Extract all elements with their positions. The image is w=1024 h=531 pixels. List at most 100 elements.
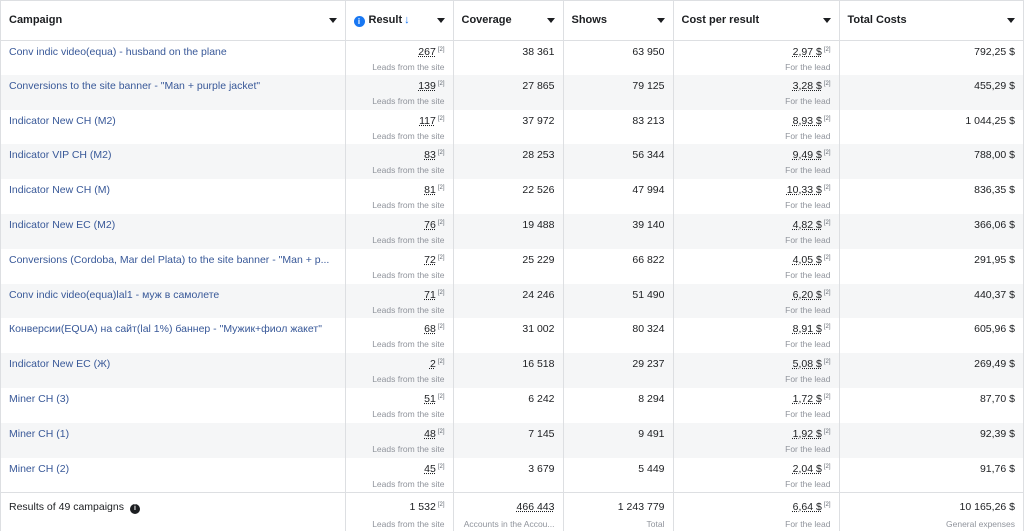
campaign-cell: Conv indic video(equa)lal1 - муж в самол…: [1, 284, 345, 319]
campaign-cell: Indicator New EC (M2): [1, 214, 345, 249]
campaign-link[interactable]: Indicator VIP CH (M2): [9, 144, 337, 161]
campaign-link[interactable]: Conv indic video(equa)lal1 - муж в самол…: [9, 284, 337, 301]
result-value[interactable]: 71: [424, 289, 436, 301]
summary-cost-value[interactable]: 6,64 $: [793, 501, 822, 513]
footnote-mark: [2]: [438, 394, 445, 400]
column-header-shows[interactable]: Shows: [563, 1, 673, 40]
footnote-mark: [2]: [438, 359, 445, 365]
result-value[interactable]: 51: [424, 393, 436, 405]
campaign-cell: Conversions to the site banner - "Man + …: [1, 75, 345, 110]
campaign-link[interactable]: Conversions (Cordoba, Mar del Plata) to …: [9, 249, 337, 266]
result-value[interactable]: 139: [418, 80, 436, 92]
shows-value: 83 213: [572, 110, 665, 127]
result-sub-label: Leads from the site: [354, 96, 445, 106]
cost-sub-label: For the lead: [682, 235, 831, 245]
campaign-link[interactable]: Conv indic video(equa) - husband on the …: [9, 41, 337, 58]
table-row: Conversions (Cordoba, Mar del Plata) to …: [1, 249, 1023, 284]
coverage-cell: 6 242: [453, 388, 563, 423]
result-value[interactable]: 76: [424, 219, 436, 231]
result-value[interactable]: 81: [424, 184, 436, 196]
campaign-link[interactable]: Конверсии(EQUA) на сайт(lal 1%) баннер -…: [9, 318, 337, 335]
total-value: 605,96 $: [848, 318, 1016, 335]
total-value: 792,25 $: [848, 41, 1016, 58]
coverage-cell: 22 526: [453, 179, 563, 214]
column-header-result[interactable]: i Result ↓: [345, 1, 453, 40]
cost-value[interactable]: 9,49 $: [793, 149, 822, 161]
cost-value[interactable]: 8,93 $: [793, 115, 822, 127]
cost-value[interactable]: 4,05 $: [793, 254, 822, 266]
result-cell: 48 [2] Leads from the site: [345, 423, 453, 458]
coverage-cell: 25 229: [453, 249, 563, 284]
result-cell: 139 [2] Leads from the site: [345, 75, 453, 110]
cost-value[interactable]: 8,91 $: [793, 323, 822, 335]
campaign-link[interactable]: Indicator New EC (Ж): [9, 353, 337, 370]
summary-coverage-value[interactable]: 466 443: [517, 501, 555, 513]
result-value[interactable]: 68: [424, 323, 436, 335]
summary-result-value: 1 532: [410, 501, 436, 513]
shows-value: 8 294: [572, 388, 665, 405]
campaign-link[interactable]: Miner CH (3): [9, 388, 337, 405]
coverage-value: 24 246: [462, 284, 555, 301]
campaign-link[interactable]: Miner CH (2): [9, 458, 337, 475]
shows-cell: 29 237: [563, 353, 673, 388]
chevron-down-icon[interactable]: [329, 18, 337, 23]
total-cell: 605,96 $: [839, 318, 1023, 353]
footnote-mark: [2]: [438, 116, 445, 122]
cost-value[interactable]: 5,08 $: [793, 358, 822, 370]
chevron-down-icon[interactable]: [823, 18, 831, 23]
cost-sub-label: For the lead: [682, 62, 831, 72]
chevron-down-icon[interactable]: [1007, 18, 1015, 23]
info-icon[interactable]: i: [354, 16, 365, 27]
table-row: Miner CH (1) 48 [2] Leads from the site 7…: [1, 423, 1023, 458]
column-header-total-costs[interactable]: Total Costs: [839, 1, 1023, 40]
chevron-down-icon[interactable]: [657, 18, 665, 23]
campaign-link[interactable]: Miner CH (1): [9, 423, 337, 440]
campaign-cell: Conversions (Cordoba, Mar del Plata) to …: [1, 249, 345, 284]
campaign-link[interactable]: Indicator New CH (M): [9, 179, 337, 196]
cost-value[interactable]: 1,92 $: [793, 428, 822, 440]
summary-total-sub: General expenses: [848, 519, 1016, 529]
result-sub-label: Leads from the site: [354, 479, 445, 489]
shows-cell: 66 822: [563, 249, 673, 284]
summary-shows-value: 1 243 779: [572, 493, 665, 513]
result-cell: 81 [2] Leads from the site: [345, 179, 453, 214]
cost-value[interactable]: 2,97 $: [793, 46, 822, 58]
coverage-cell: 31 002: [453, 318, 563, 353]
campaign-link[interactable]: Indicator New CH (M2): [9, 110, 337, 127]
result-value[interactable]: 2: [430, 358, 436, 370]
cost-value[interactable]: 1,72 $: [793, 393, 822, 405]
column-header-cost-per-result[interactable]: Cost per result: [673, 1, 839, 40]
result-value[interactable]: 72: [424, 254, 436, 266]
cost-cell: 6,20 $ [2] For the lead: [673, 284, 839, 319]
chevron-down-icon[interactable]: [437, 18, 445, 23]
total-value: 91,76 $: [848, 458, 1016, 475]
campaign-link[interactable]: Conversions to the site banner - "Man + …: [9, 75, 337, 92]
campaign-cell: Indicator VIP CH (M2): [1, 144, 345, 179]
cost-value[interactable]: 3,28 $: [793, 80, 822, 92]
summary-row: Results of 49 campaigns i 1 532 [2] Leads …: [1, 492, 1023, 531]
result-value[interactable]: 48: [424, 428, 436, 440]
sort-down-icon[interactable]: ↓: [404, 14, 410, 26]
cost-value[interactable]: 6,20 $: [793, 289, 822, 301]
coverage-cell: 19 488: [453, 214, 563, 249]
info-icon[interactable]: i: [130, 504, 140, 514]
shows-value: 80 324: [572, 318, 665, 335]
column-header-coverage[interactable]: Coverage: [453, 1, 563, 40]
campaign-cell: Indicator New EC (Ж): [1, 353, 345, 388]
column-header-campaign[interactable]: Campaign: [1, 1, 345, 40]
cost-value[interactable]: 10,33 $: [787, 184, 822, 196]
result-value[interactable]: 267: [418, 46, 436, 58]
table-row: Indicator New CH (M) 81 [2] Leads from th…: [1, 179, 1023, 214]
cost-value[interactable]: 4,82 $: [793, 219, 822, 231]
chevron-down-icon[interactable]: [547, 18, 555, 23]
cost-cell: 4,82 $ [2] For the lead: [673, 214, 839, 249]
footnote-mark: [2]: [824, 185, 831, 191]
cost-value[interactable]: 2,04 $: [793, 463, 822, 475]
result-value[interactable]: 83: [424, 149, 436, 161]
result-value[interactable]: 117: [419, 115, 436, 127]
total-cell: 291,95 $: [839, 249, 1023, 284]
result-value[interactable]: 45: [424, 463, 436, 475]
result-cell: 45 [2] Leads from the site: [345, 458, 453, 493]
total-cell: 269,49 $: [839, 353, 1023, 388]
campaign-link[interactable]: Indicator New EC (M2): [9, 214, 337, 231]
